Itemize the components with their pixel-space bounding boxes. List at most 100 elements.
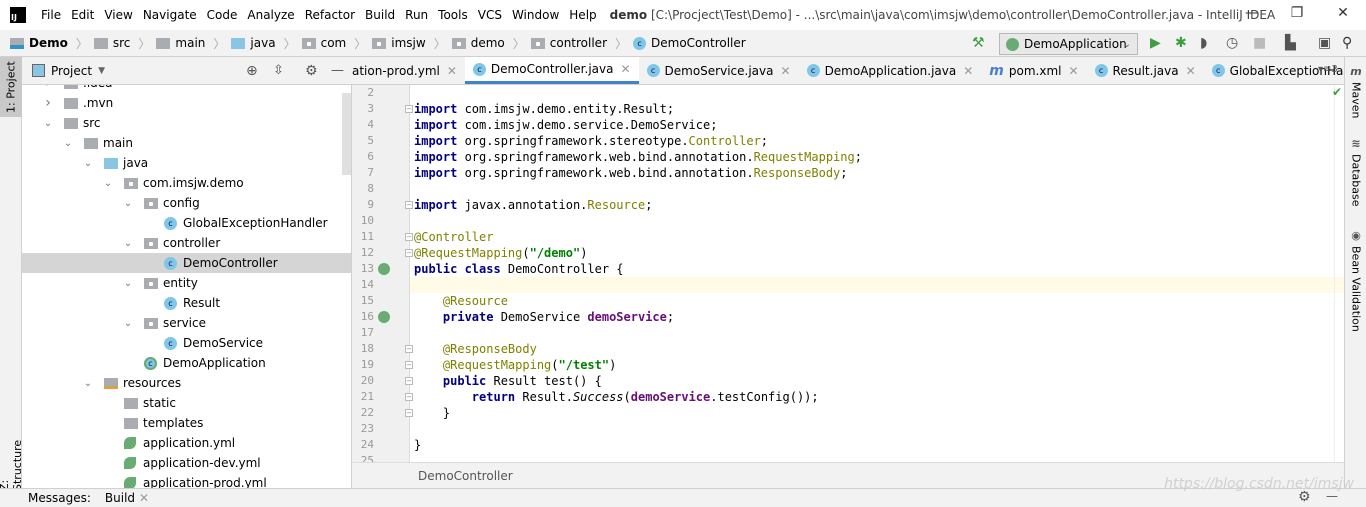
menu-refactor[interactable]: Refactor — [300, 8, 360, 22]
fold-marker-icon[interactable]: − — [405, 393, 413, 401]
menu-analyze[interactable]: Analyze — [242, 8, 299, 22]
terminal-icon[interactable]: ▣ — [1318, 35, 1331, 51]
breadcrumb-demo[interactable]: Demo — [10, 35, 68, 52]
close-button[interactable]: ✕ — [1333, 5, 1353, 21]
maximize-button[interactable]: ❐ — [1287, 5, 1307, 21]
tree-item-globalexceptionhandler[interactable]: c GlobalExceptionHandler — [22, 213, 351, 233]
tree-item-democontroller[interactable]: c DemoController — [22, 253, 351, 273]
minimize-button[interactable]: — — [1242, 5, 1262, 21]
breadcrumb-democontroller[interactable]: c DemoController — [633, 35, 746, 52]
chevron-down-icon[interactable]: ⌄ — [82, 158, 94, 169]
breadcrumb-src[interactable]: src — [93, 35, 130, 52]
tab-demoservice-java[interactable]: c DemoService.java ✕ — [639, 57, 799, 84]
chevron-down-icon[interactable]: ⌄ — [122, 198, 134, 209]
run-configuration-select[interactable]: DemoApplication ⌄ — [999, 33, 1138, 55]
breadcrumb-controller[interactable]: controller — [530, 35, 607, 52]
tree-item-java[interactable]: ⌄ java — [22, 153, 351, 173]
fold-marker-icon[interactable]: − — [405, 345, 413, 353]
chevron-down-icon[interactable]: ⌄ — [42, 118, 54, 129]
run-icon[interactable]: ▶ — [1150, 35, 1161, 51]
tree-item-resources[interactable]: ⌄ resources — [22, 373, 351, 393]
fold-marker-icon[interactable]: − — [405, 361, 413, 369]
menu-navigate[interactable]: Navigate — [138, 8, 202, 22]
breadcrumb-com[interactable]: com — [301, 35, 346, 52]
fold-marker-icon[interactable]: − — [405, 249, 413, 257]
tree-item-com-imsjw-demo[interactable]: ⌄ com.imsjw.demo — [22, 173, 351, 193]
menu-edit[interactable]: Edit — [66, 8, 99, 22]
spring-bean-gutter-icon[interactable] — [378, 263, 390, 275]
hide-icon[interactable]: — — [331, 63, 344, 78]
close-icon[interactable]: ✕ — [1186, 64, 1196, 78]
tree-item-service[interactable]: ⌄ service — [22, 313, 351, 333]
debug-icon[interactable]: ✱ — [1175, 35, 1187, 51]
tree-item-controller[interactable]: ⌄ controller — [22, 233, 351, 253]
tree-item-src[interactable]: ⌄ src — [22, 113, 351, 133]
tool-tab-bean-validation[interactable]: ◉ Bean Validation — [1345, 229, 1366, 332]
locate-icon[interactable]: ⊕ — [246, 63, 258, 79]
menu-vcs[interactable]: VCS — [473, 8, 507, 22]
close-icon[interactable]: ✕ — [620, 62, 630, 76]
close-icon[interactable]: ✕ — [447, 64, 457, 78]
chevron-down-icon[interactable]: ⌄ — [122, 238, 134, 249]
coverage-icon[interactable]: ◗ — [1200, 35, 1207, 51]
close-icon[interactable]: ✕ — [139, 491, 149, 505]
collapse-all-icon[interactable]: ⇳ — [273, 63, 284, 78]
search-icon[interactable]: ⚲ — [1342, 35, 1352, 51]
project-view-select[interactable]: Project — [51, 64, 92, 78]
menu-window[interactable]: Window — [507, 8, 564, 22]
tree-item-static[interactable]: static — [22, 393, 351, 413]
tool-tab-maven[interactable]: m Maven — [1345, 65, 1366, 118]
chevron-right-icon[interactable]: › — [42, 95, 54, 111]
tree-item-main[interactable]: ⌄ main — [22, 133, 351, 153]
tab-result-java[interactable]: c Result.java ✕ — [1087, 57, 1204, 84]
code-editor[interactable]: 2 3−4 5 6 7 8 9−10 11−12−13 14 15 16 17 18−19−20−21−… — [352, 85, 1344, 462]
tree-item-application-prod-yml[interactable]: application-prod.yml — [22, 473, 351, 488]
menu-tools[interactable]: Tools — [433, 8, 473, 22]
tree-item-result[interactable]: c Result — [22, 293, 351, 313]
tab-democontroller-java[interactable]: c DemoController.java ✕ — [464, 57, 639, 84]
tool-tab-database[interactable]: ≋ Database — [1345, 137, 1366, 207]
menu-view[interactable]: View — [99, 8, 137, 22]
fold-marker-icon[interactable]: − — [405, 233, 413, 241]
tree-scrollbar[interactable] — [342, 93, 351, 175]
chevron-down-icon[interactable]: ⌄ — [122, 318, 134, 329]
breadcrumb-imsjw[interactable]: imsjw — [372, 35, 426, 52]
tabs-overflow-button[interactable]: ▾≡3 — [1318, 64, 1338, 75]
menu-help[interactable]: Help — [564, 8, 601, 22]
profile-icon[interactable]: ◷ — [1226, 35, 1238, 51]
project-structure-icon[interactable]: ▙ — [1285, 35, 1296, 51]
build-tab[interactable]: Build — [105, 491, 135, 505]
tree-item-templates[interactable]: templates — [22, 413, 351, 433]
chevron-down-icon[interactable]: ⌄ — [122, 278, 134, 289]
build-hammer-icon[interactable]: ⚒ — [972, 35, 985, 51]
fold-marker-icon[interactable]: − — [405, 105, 413, 113]
chevron-down-icon[interactable]: ▼ — [98, 66, 105, 76]
stop-icon[interactable]: ■ — [1253, 35, 1266, 51]
menu-file[interactable]: File — [36, 8, 66, 22]
tree-item-application-dev-yml[interactable]: application-dev.yml — [22, 453, 351, 473]
menu-run[interactable]: Run — [400, 8, 433, 22]
gear-icon[interactable]: ⚙ — [305, 63, 318, 79]
tree-item--mvn[interactable]: › .mvn — [22, 93, 351, 113]
fold-marker-icon[interactable]: − — [405, 201, 413, 209]
chevron-right-icon[interactable]: › — [42, 85, 54, 91]
tree-item-application-yml[interactable]: application.yml — [22, 433, 351, 453]
menu-code[interactable]: Code — [202, 8, 243, 22]
tab-pom-xml[interactable]: m pom.xml ✕ — [981, 57, 1086, 84]
breadcrumb-main[interactable]: main — [156, 35, 205, 52]
tab-demoapplication-java[interactable]: c DemoApplication.java ✕ — [799, 57, 982, 84]
tab-ation-prod-yml[interactable]: ation-prod.yml ✕ — [352, 57, 465, 84]
spring-bean-gutter-icon[interactable] — [378, 311, 390, 323]
chevron-down-icon[interactable]: ⌄ — [62, 138, 74, 149]
breadcrumb-java[interactable]: java — [231, 35, 276, 52]
project-tool-tab[interactable]: 1: Project — [0, 57, 22, 117]
fold-marker-icon[interactable]: − — [405, 409, 413, 417]
chevron-down-icon[interactable]: ⌄ — [102, 178, 114, 189]
tree-item-entity[interactable]: ⌄ entity — [22, 273, 351, 293]
fold-marker-icon[interactable]: − — [405, 377, 413, 385]
tree-item-config[interactable]: ⌄ config — [22, 193, 351, 213]
close-icon[interactable]: ✕ — [963, 64, 973, 78]
menu-build[interactable]: Build — [360, 8, 400, 22]
close-icon[interactable]: ✕ — [1068, 64, 1078, 78]
chevron-down-icon[interactable]: ⌄ — [82, 378, 94, 389]
